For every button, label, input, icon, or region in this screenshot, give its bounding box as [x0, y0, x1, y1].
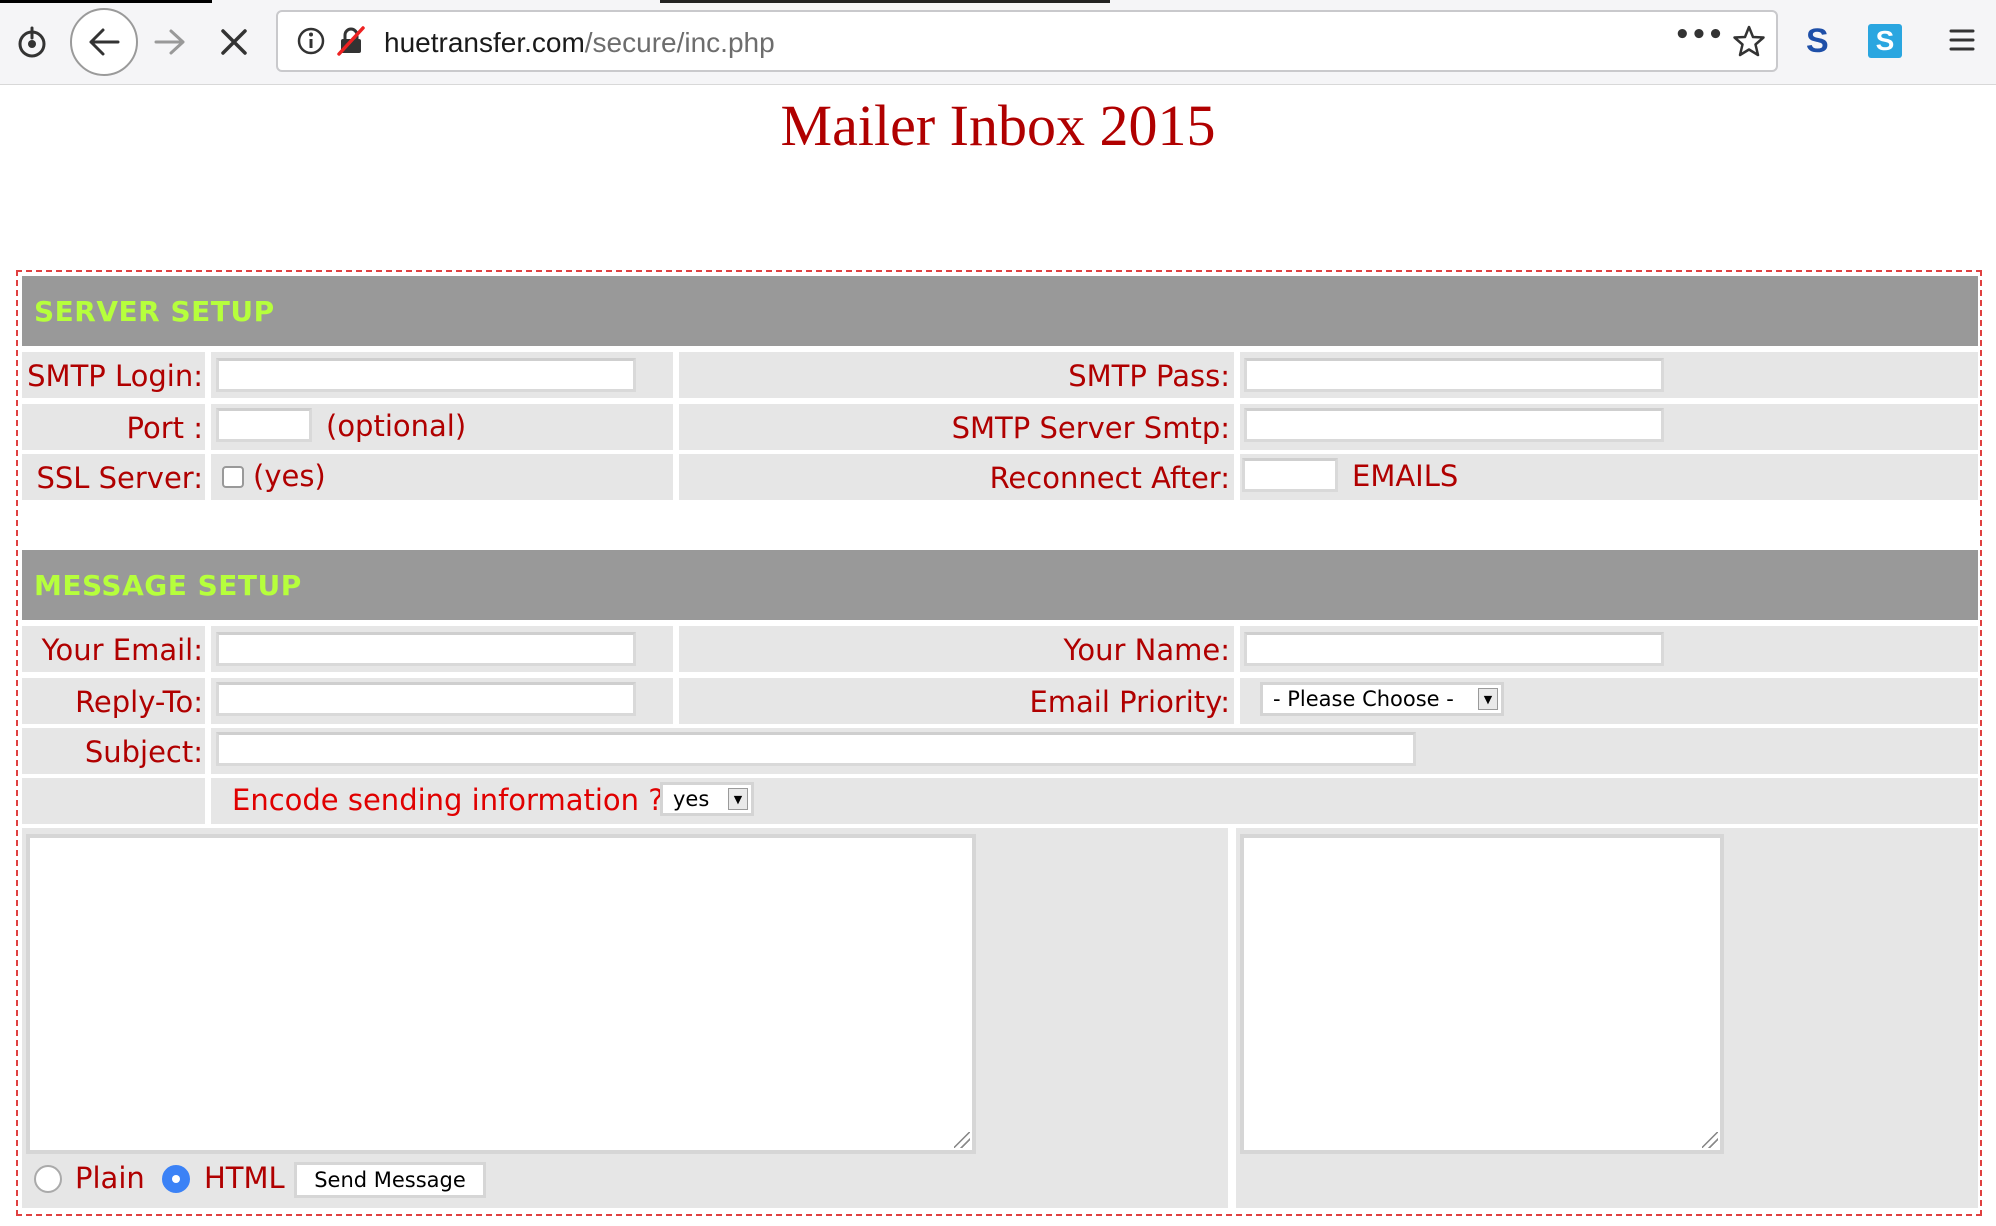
resize-grip-icon[interactable]: [1702, 1132, 1718, 1148]
smtp-pass-input[interactable]: [1244, 358, 1664, 392]
reconnect-input-cell: [1240, 454, 1978, 500]
page-title: Mailer Inbox 2015: [780, 93, 1216, 158]
smtp-pass-label: SMTP Pass:: [1068, 359, 1230, 393]
send-message-button[interactable]: Send Message: [294, 1162, 486, 1198]
encode-select[interactable]: yes ▼: [660, 782, 754, 816]
your-email-input[interactable]: [216, 632, 636, 666]
ssl-label: SSL Server:: [36, 461, 203, 495]
resize-grip-icon[interactable]: [954, 1132, 970, 1148]
extension-skype-icon[interactable]: S: [1868, 24, 1902, 58]
subject-input[interactable]: [216, 732, 1416, 766]
extension-skype-letter: S: [1875, 25, 1895, 56]
reconnect-unit: EMAILS: [1352, 459, 1459, 493]
port-input[interactable]: [216, 408, 312, 442]
your-name-input[interactable]: [1244, 632, 1664, 666]
tab-indicator: [0, 0, 212, 3]
smtp-login-label: SMTP Login:: [27, 359, 203, 393]
smtp-login-input[interactable]: [216, 358, 636, 392]
tab-indicator-secondary: [660, 0, 1110, 3]
message-preview-textarea[interactable]: [1240, 834, 1724, 1154]
close-icon: [221, 29, 247, 55]
plain-radio[interactable]: [34, 1165, 62, 1193]
power-icon[interactable]: [12, 22, 52, 62]
port-hint: (optional): [326, 409, 467, 443]
back-button[interactable]: [70, 8, 138, 76]
reply-to-input[interactable]: [216, 682, 636, 716]
server-setup-header: SERVER SETUP: [22, 276, 1978, 346]
port-label: Port :: [126, 411, 203, 445]
star-icon[interactable]: [1732, 24, 1766, 62]
ssl-checkbox[interactable]: [222, 466, 244, 488]
reconnect-input[interactable]: [1242, 458, 1338, 492]
your-email-label: Your Email:: [41, 633, 203, 667]
priority-label: Email Priority:: [1029, 685, 1230, 719]
address-bar[interactable]: huetransfer.com/secure/inc.php •••: [276, 10, 1778, 72]
html-radio[interactable]: [162, 1165, 190, 1193]
server-setup-title: SERVER SETUP: [34, 294, 275, 328]
chevron-down-icon: ▼: [728, 788, 748, 810]
priority-select-value: - Please Choose -: [1273, 687, 1454, 711]
encode-select-value: yes: [673, 787, 710, 811]
smtp-server-label: SMTP Server Smtp:: [951, 411, 1230, 445]
forward-arrow-icon: [154, 29, 185, 55]
url-domain: huetransfer.com: [384, 27, 585, 58]
priority-select[interactable]: - Please Choose - ▼: [1260, 682, 1504, 716]
reconnect-label: Reconnect After:: [989, 461, 1230, 495]
smtp-server-input[interactable]: [1244, 408, 1664, 442]
more-options-icon[interactable]: •••: [1674, 20, 1724, 50]
ssl-option-label: (yes): [253, 459, 326, 493]
reply-to-label: Reply-To:: [75, 685, 203, 719]
message-setup-header: MESSAGE SETUP: [22, 550, 1978, 620]
stop-button[interactable]: [216, 24, 252, 60]
chevron-down-icon: ▼: [1478, 688, 1498, 710]
your-name-label: Your Name:: [1063, 633, 1230, 667]
encode-empty-cell: [22, 778, 205, 824]
url-text[interactable]: huetransfer.com/secure/inc.php: [384, 27, 775, 59]
message-setup-title: MESSAGE SETUP: [34, 568, 302, 602]
url-path: /secure/inc.php: [584, 27, 775, 58]
message-body-textarea[interactable]: [26, 834, 976, 1154]
extension-s-icon[interactable]: S: [1806, 22, 1829, 61]
menu-icon[interactable]: [1948, 26, 1976, 58]
encode-label: Encode sending information ?: [232, 783, 664, 817]
insecure-lock-icon[interactable]: [336, 26, 366, 60]
back-arrow-icon: [89, 28, 120, 56]
plain-radio-label: Plain: [75, 1161, 145, 1195]
html-radio-label: HTML: [204, 1161, 285, 1195]
forward-button[interactable]: [150, 24, 190, 60]
info-icon[interactable]: [296, 26, 326, 60]
subject-label: Subject:: [84, 735, 203, 769]
browser-toolbar: huetransfer.com/secure/inc.php ••• S S: [0, 0, 1996, 85]
